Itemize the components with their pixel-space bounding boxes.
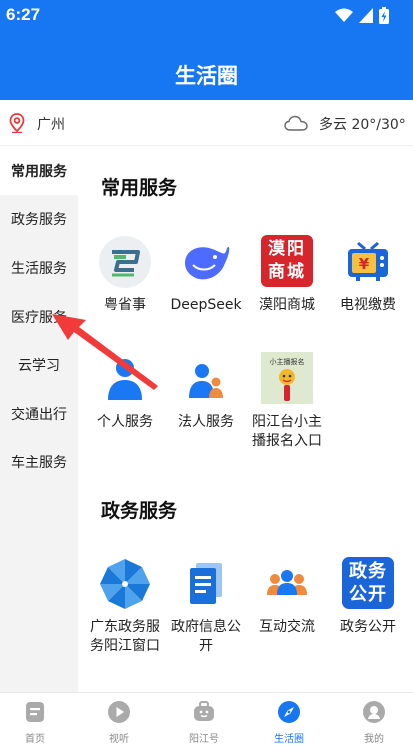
play-icon [108, 701, 130, 723]
nav-item-home[interactable]: 首页 [0, 693, 76, 745]
sidebar-item-transport[interactable]: 交通出行 [0, 390, 78, 438]
compass-icon [278, 701, 300, 723]
weather-text: 多云 20°/30° [319, 117, 406, 133]
status-time: 6:27 [6, 5, 41, 24]
deepseek-whale-icon [179, 235, 233, 289]
svg-text:¥: ¥ [359, 255, 370, 273]
nav-item-life-circle[interactable]: 生活圈 [248, 693, 330, 745]
section-title-government: 政务服务 [101, 500, 178, 522]
nav-label-life-circle: 生活圈 [274, 734, 304, 745]
location-pin-icon[interactable] [9, 113, 25, 133]
nav-label-mine: 我的 [364, 734, 384, 745]
service-gov-info-disclosure[interactable]: 政府信息公开 [165, 557, 247, 656]
sidebar-item-cloud-learning[interactable]: 云学习 [0, 341, 78, 389]
pinwheel-icon [98, 557, 152, 611]
service-label: 粤省事 [104, 297, 146, 313]
document-icon [179, 557, 233, 611]
sidebar-item-government-services[interactable]: 政务服务 [0, 195, 78, 243]
service-label: 互动交流 [259, 619, 315, 635]
nav-item-video[interactable]: 视听 [78, 693, 160, 745]
service-gov-affairs-public[interactable]: 政务公开 政务公开 [327, 557, 409, 637]
battery-icon [379, 7, 389, 24]
service-tv-payment[interactable]: ¥ 电视缴费 [327, 235, 409, 315]
service-label: DeepSeek [170, 297, 242, 313]
tv-payment-icon: ¥ [341, 235, 395, 289]
section-title-common: 常用服务 [101, 177, 178, 199]
nav-label-yangjiang: 阳江号 [189, 734, 219, 745]
people-group-icon [260, 557, 314, 611]
service-moyang-mall[interactable]: 漠阳商城 漠阳商城 [246, 235, 328, 315]
zhengwu-gongkai-icon: 政务公开 [341, 557, 395, 611]
service-content: 常用服务 粤省事 DeepSeek 漠阳商城 漠阳商城 ¥ 电视缴费 个人服务 … [78, 147, 413, 692]
legal-person-icon [179, 352, 233, 406]
service-yueshengshi[interactable]: 粤省事 [84, 235, 166, 315]
service-interactive-exchange[interactable]: 互动交流 [246, 557, 328, 637]
service-anchor-signup[interactable]: 小主播报名 阳江台小主播报名入口 [246, 352, 328, 451]
category-sidebar: 常用服务 政务服务 生活服务 医疗服务 云学习 交通出行 车主服务 [0, 147, 78, 692]
person-icon [98, 352, 152, 406]
zhengwu-gongkai-icon-text: 政务公开 [342, 557, 394, 609]
sidebar-item-medical-services[interactable]: 医疗服务 [0, 293, 78, 341]
signal-icon [359, 8, 373, 23]
service-label: 广东政务服务阳江窗口 [90, 619, 160, 654]
service-guangdong-window[interactable]: 广东政务服务阳江窗口 [84, 557, 166, 656]
service-label: 个人服务 [97, 414, 153, 430]
profile-icon [363, 701, 385, 723]
status-icons [335, 7, 389, 24]
anchor-signup-icon-text: 小主播报名 [269, 358, 305, 366]
nav-item-yangjiang[interactable]: 阳江号 [163, 693, 245, 745]
service-label: 电视缴费 [340, 297, 396, 313]
service-label: 阳江台小主播报名入口 [252, 414, 322, 449]
sidebar-item-life-services[interactable]: 生活服务 [0, 244, 78, 292]
nav-label-video: 视听 [109, 734, 129, 745]
nav-item-mine[interactable]: 我的 [333, 693, 413, 745]
nav-label-home: 首页 [25, 734, 45, 745]
anchor-signup-icon: 小主播报名 [260, 352, 314, 406]
service-label: 漠阳商城 [259, 297, 315, 313]
service-label: 政府信息公开 [171, 619, 241, 654]
briefcase-icon [194, 701, 214, 721]
cloud-icon [284, 115, 308, 131]
page-title: 生活圈 [175, 64, 238, 88]
location-bar: 广州 多云 20°/30° [0, 100, 413, 146]
sidebar-item-car-owner[interactable]: 车主服务 [0, 438, 78, 486]
moyang-mall-icon-text: 漠阳商城 [261, 235, 313, 287]
sidebar-item-common-services[interactable]: 常用服务 [0, 147, 78, 195]
wifi-icon [335, 8, 353, 22]
bottom-navigation: 首页 视听 阳江号 生活圈 我的 [0, 692, 413, 745]
yueshengshi-icon [98, 235, 152, 289]
service-label: 政务公开 [340, 619, 396, 635]
service-deepseek[interactable]: DeepSeek [165, 235, 247, 315]
moyang-mall-icon: 漠阳商城 [260, 235, 314, 289]
home-icon [26, 702, 44, 722]
service-legal-person[interactable]: 法人服务 [165, 352, 247, 432]
service-personal[interactable]: 个人服务 [84, 352, 166, 432]
status-bar: 6:27 [0, 0, 413, 32]
app-bar: 生活圈 [0, 32, 413, 100]
service-label: 法人服务 [178, 414, 234, 430]
location-city[interactable]: 广州 [37, 114, 65, 134]
